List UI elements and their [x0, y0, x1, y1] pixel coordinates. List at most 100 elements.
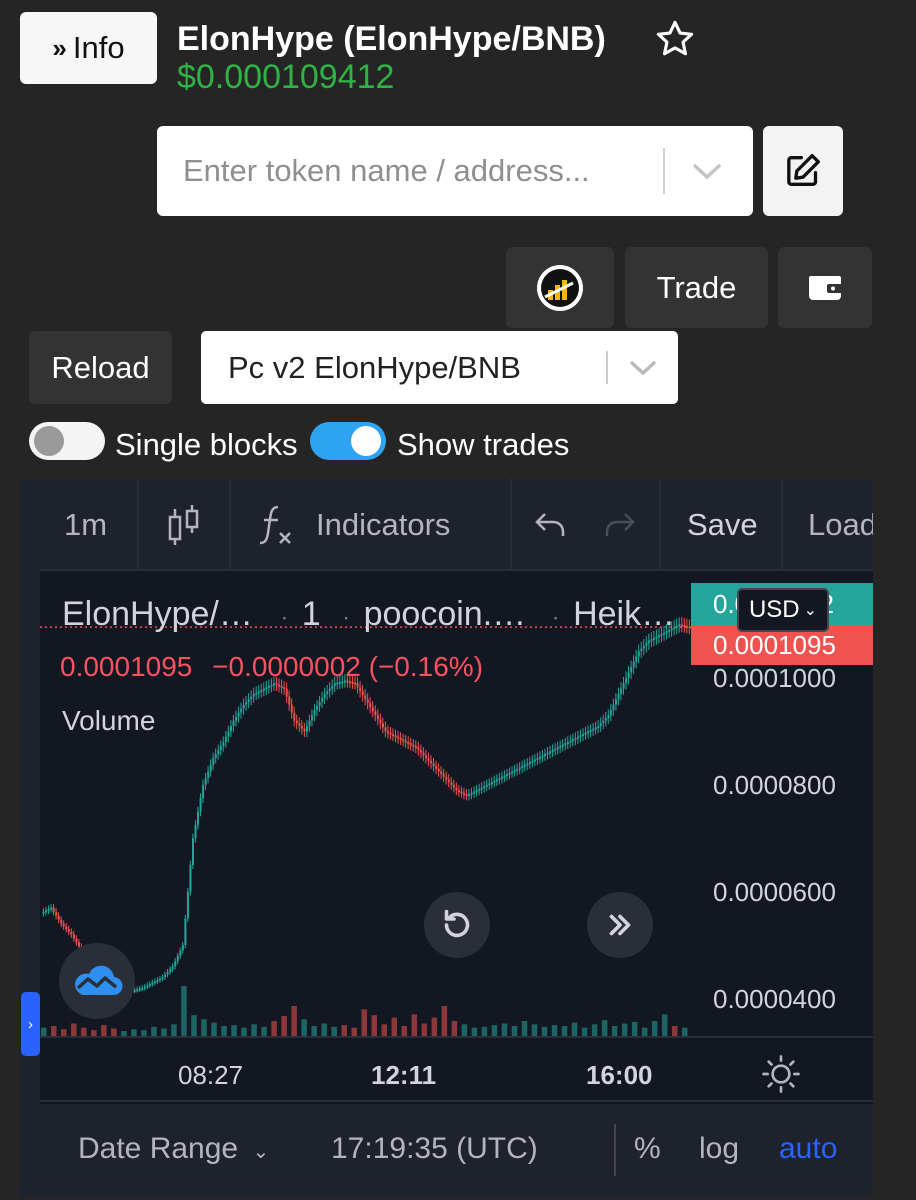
load-button[interactable]: Load: [808, 479, 873, 571]
candle: [637, 651, 640, 657]
volume-bar: [661, 1014, 668, 1036]
volume-bar: [101, 1025, 107, 1036]
volume-bar: [331, 1026, 337, 1036]
candle: [219, 746, 222, 751]
candle-style-button[interactable]: [166, 479, 202, 571]
chevron-down-icon[interactable]: [625, 353, 661, 383]
auto-scale-button[interactable]: auto: [779, 1132, 837, 1166]
volume-bar: [491, 1025, 498, 1036]
utc-clock[interactable]: 17:19:35 (UTC): [331, 1132, 538, 1166]
candle: [224, 736, 227, 743]
time-tick: 08:27: [178, 1060, 244, 1090]
candle: [592, 728, 595, 731]
log-scale-button[interactable]: log: [699, 1132, 739, 1166]
chevron-down-icon[interactable]: [687, 156, 727, 186]
edit-button[interactable]: [763, 126, 843, 216]
volume-bar: [51, 1026, 57, 1036]
candle: [389, 732, 392, 735]
info-button[interactable]: » Info: [20, 12, 157, 84]
pair-select[interactable]: Pc v2 ElonHype/BNB: [201, 331, 678, 404]
indicators-label: Indicators: [316, 507, 451, 542]
candle: [217, 750, 220, 755]
volume-bar: [351, 1027, 357, 1036]
candle: [414, 746, 417, 749]
date-range-button[interactable]: Date Range ⌄: [78, 1132, 269, 1166]
volume-bar: [171, 1024, 177, 1036]
token-search-box[interactable]: [157, 126, 753, 216]
candle: [293, 712, 296, 721]
candle: [473, 791, 476, 794]
candle: [660, 633, 663, 636]
reload-button[interactable]: Reload: [29, 331, 172, 404]
currency-selector[interactable]: USD ⌄: [737, 588, 829, 632]
price-tick: 0.0000400: [713, 983, 836, 1014]
candle: [321, 697, 324, 702]
candle: [587, 731, 590, 734]
volume-bar: [111, 1028, 117, 1036]
poocoin-chart-button[interactable]: [506, 247, 614, 328]
volume-bar: [391, 1017, 398, 1036]
candle: [627, 672, 630, 678]
candle: [678, 624, 681, 627]
candle: [392, 734, 395, 737]
legend-source: poocoin.…: [363, 595, 527, 633]
expand-toolbar-handle[interactable]: ›: [21, 992, 40, 1056]
sun-settings-icon: [762, 1055, 800, 1093]
candle: [630, 667, 633, 673]
percent-scale-button[interactable]: %: [634, 1132, 661, 1166]
volume-bar: [251, 1024, 257, 1036]
candle: [323, 693, 326, 698]
redo-icon: [605, 513, 635, 536]
reset-chart-button[interactable]: [424, 892, 490, 958]
candle: [300, 726, 303, 729]
volume-bar: [231, 1025, 237, 1036]
show-trades-toggle[interactable]: [310, 422, 386, 460]
legend-style: Heik…: [573, 595, 676, 633]
time-axis[interactable]: 08:27 12:11 16:00: [40, 1036, 873, 1102]
candle: [447, 779, 450, 783]
candle: [275, 683, 278, 686]
candle: [650, 639, 653, 642]
volume-bar: [421, 1023, 428, 1036]
candle: [257, 691, 260, 694]
save-button[interactable]: Save: [687, 479, 758, 571]
volume-bar: [311, 1026, 317, 1036]
chevron-right-icon: ›: [28, 1015, 33, 1033]
token-search-input[interactable]: [157, 126, 662, 216]
chart-settings-button[interactable]: [761, 1054, 801, 1094]
trade-button[interactable]: Trade: [625, 247, 768, 328]
legend-dot: ·: [342, 604, 351, 631]
legend-symbol[interactable]: ElonHype/…: [62, 595, 253, 633]
candle: [533, 759, 536, 762]
scroll-to-realtime-button[interactable]: [587, 892, 653, 958]
candle: [463, 792, 466, 795]
legend-values: 0.0001095 −0.0000002 (−0.16%): [60, 651, 483, 683]
tradingview-logo[interactable]: [59, 943, 135, 1019]
candle: [328, 688, 331, 692]
star-icon[interactable]: [654, 18, 696, 60]
candle: [384, 727, 387, 732]
volume-bar: [301, 1019, 307, 1036]
chart-bottom-bar: Date Range ⌄ 17:19:35 (UTC) % log auto: [40, 1104, 873, 1198]
candle: [518, 767, 521, 770]
volume-bar: [341, 1025, 347, 1036]
volume-bar: [401, 1026, 408, 1036]
candle: [485, 784, 488, 787]
drawing-toolbar-collapsed: [19, 479, 40, 1198]
candle: [146, 985, 149, 988]
indicators-button[interactable]: Indicators: [256, 479, 450, 571]
wallet-button[interactable]: [778, 247, 872, 328]
interval-button[interactable]: 1m: [64, 479, 107, 571]
redo-button[interactable]: [601, 479, 637, 571]
candle: [470, 792, 473, 795]
time-tick: 16:00: [586, 1060, 653, 1090]
candle: [523, 764, 526, 767]
volume-bar: [361, 1009, 368, 1036]
reset-icon: [444, 909, 470, 938]
candle: [290, 704, 293, 713]
candle: [577, 736, 580, 739]
single-blocks-toggle[interactable]: [29, 422, 105, 460]
volume-bar: [591, 1024, 598, 1036]
undo-button[interactable]: [533, 479, 569, 571]
candle: [394, 735, 397, 738]
